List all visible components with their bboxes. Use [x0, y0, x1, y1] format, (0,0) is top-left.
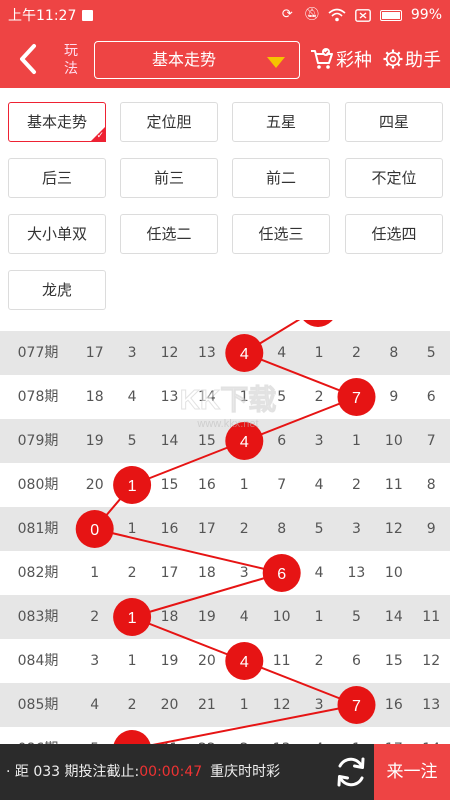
play-label: 玩法 — [64, 43, 78, 77]
deadline-info: · 距 033 期投注截止:00:00:47 重庆时时彩 — [6, 744, 280, 800]
hit-ball-number: 4 — [240, 346, 249, 363]
option-first-two[interactable]: 前二 — [232, 158, 330, 198]
option-label: 五星 — [265, 113, 296, 131]
battery-level: 99% — [410, 7, 442, 23]
sync-icon: ⟳ — [281, 7, 293, 22]
hit-ball-number: 0 — [90, 522, 99, 539]
hit-ball-number: 1 — [128, 478, 137, 495]
option-any-two[interactable]: 任选二 — [120, 214, 218, 254]
option-label: 定位胆 — [146, 113, 192, 131]
hit-ball-number: 6 — [277, 566, 286, 583]
hit-ball — [303, 320, 333, 327]
option-label: 任选四 — [371, 225, 417, 243]
trend-table[interactable]: 077期 17 3 12 13 4 1 2 8 5 078期 18 4 13 14 1 5 2 9 6 079期 19 5 1… — [0, 320, 450, 744]
watermark-url: www.kkx.net — [196, 418, 258, 430]
app-header: 玩法 基本走势 彩种 助手 — [0, 30, 450, 88]
wifi-icon — [328, 8, 346, 22]
option-label: 任选二 — [146, 225, 192, 243]
option-dragon-tiger[interactable]: 龙虎 — [8, 270, 106, 310]
helper-button[interactable]: 助手 — [383, 46, 441, 72]
option-any-three[interactable]: 任选三 — [232, 214, 330, 254]
mute-icon: 🔕︎ — [303, 7, 321, 22]
kk-logo-watermark: KK下载 www.kkx.net — [179, 384, 276, 431]
option-label: 四星 — [378, 113, 409, 131]
refresh-icon[interactable] — [334, 755, 368, 789]
option-label: 前二 — [265, 169, 296, 187]
back-arrow-icon[interactable] — [14, 42, 44, 76]
trend-line-segment — [152, 704, 357, 744]
option-label: 前三 — [153, 169, 184, 187]
option-size-parity[interactable]: 大小单双 — [8, 214, 106, 254]
hit-ball-number: 1 — [128, 610, 137, 627]
option-last-three[interactable]: 后三 — [8, 158, 106, 198]
close-box-icon — [354, 8, 371, 22]
checkmark-icon: ✓ — [96, 131, 104, 141]
option-any-four[interactable]: 任选四 — [345, 214, 443, 254]
play-options-grid: 基本走势 ✓ 定位胆 五星 四星 后三 前三 前二 不定位 大小单双 任选二 任… — [0, 88, 450, 320]
cart-icon — [311, 48, 333, 69]
deadline-prefix: · 距 033 期投注截止: — [6, 764, 140, 780]
hit-ball-number: 4 — [240, 654, 249, 671]
option-first-three[interactable]: 前三 — [120, 158, 218, 198]
option-label: 龙虎 — [41, 281, 72, 299]
lottery-type-label: 彩种 — [336, 50, 372, 71]
notification-icon — [82, 9, 94, 21]
option-position[interactable]: 定位胆 — [120, 102, 218, 142]
status-bar: 上午11:27 ⟳ 🔕︎ 99% — [0, 0, 450, 30]
option-five-star[interactable]: 五星 — [232, 102, 330, 142]
trend-line-segment — [94, 528, 282, 574]
hit-ball-number: 7 — [352, 390, 361, 407]
status-time: 上午11:27 — [8, 8, 77, 24]
dropdown-triangle-icon — [267, 57, 285, 68]
option-label: 任选三 — [258, 225, 304, 243]
play-type-selector[interactable]: 基本走势 — [94, 41, 300, 79]
bottom-bar: · 距 033 期投注截止:00:00:47 重庆时时彩 来一注 — [0, 744, 450, 800]
random-bet-button[interactable]: 来一注 — [374, 744, 450, 800]
gear-icon — [383, 49, 403, 69]
option-basic-trend[interactable]: 基本走势 ✓ — [8, 102, 106, 142]
selected-play-type: 基本走势 — [151, 50, 216, 69]
hit-ball-number: 4 — [240, 434, 249, 451]
trend-line-segment — [131, 572, 282, 618]
option-unpositioned[interactable]: 不定位 — [345, 158, 443, 198]
option-label: 不定位 — [371, 169, 417, 187]
hit-ball-number: 7 — [352, 698, 361, 715]
option-four-star[interactable]: 四星 — [345, 102, 443, 142]
option-label: 基本走势 — [26, 113, 87, 131]
option-label: 后三 — [41, 169, 72, 187]
lottery-type-button[interactable]: 彩种 — [310, 46, 372, 72]
lottery-name: 重庆时时彩 — [210, 764, 281, 780]
countdown-timer: 00:00:47 — [139, 764, 203, 780]
helper-label: 助手 — [405, 50, 441, 71]
battery-icon — [379, 9, 402, 21]
watermark-brand: KK下载 — [180, 384, 276, 415]
option-label: 大小单双 — [26, 225, 87, 243]
